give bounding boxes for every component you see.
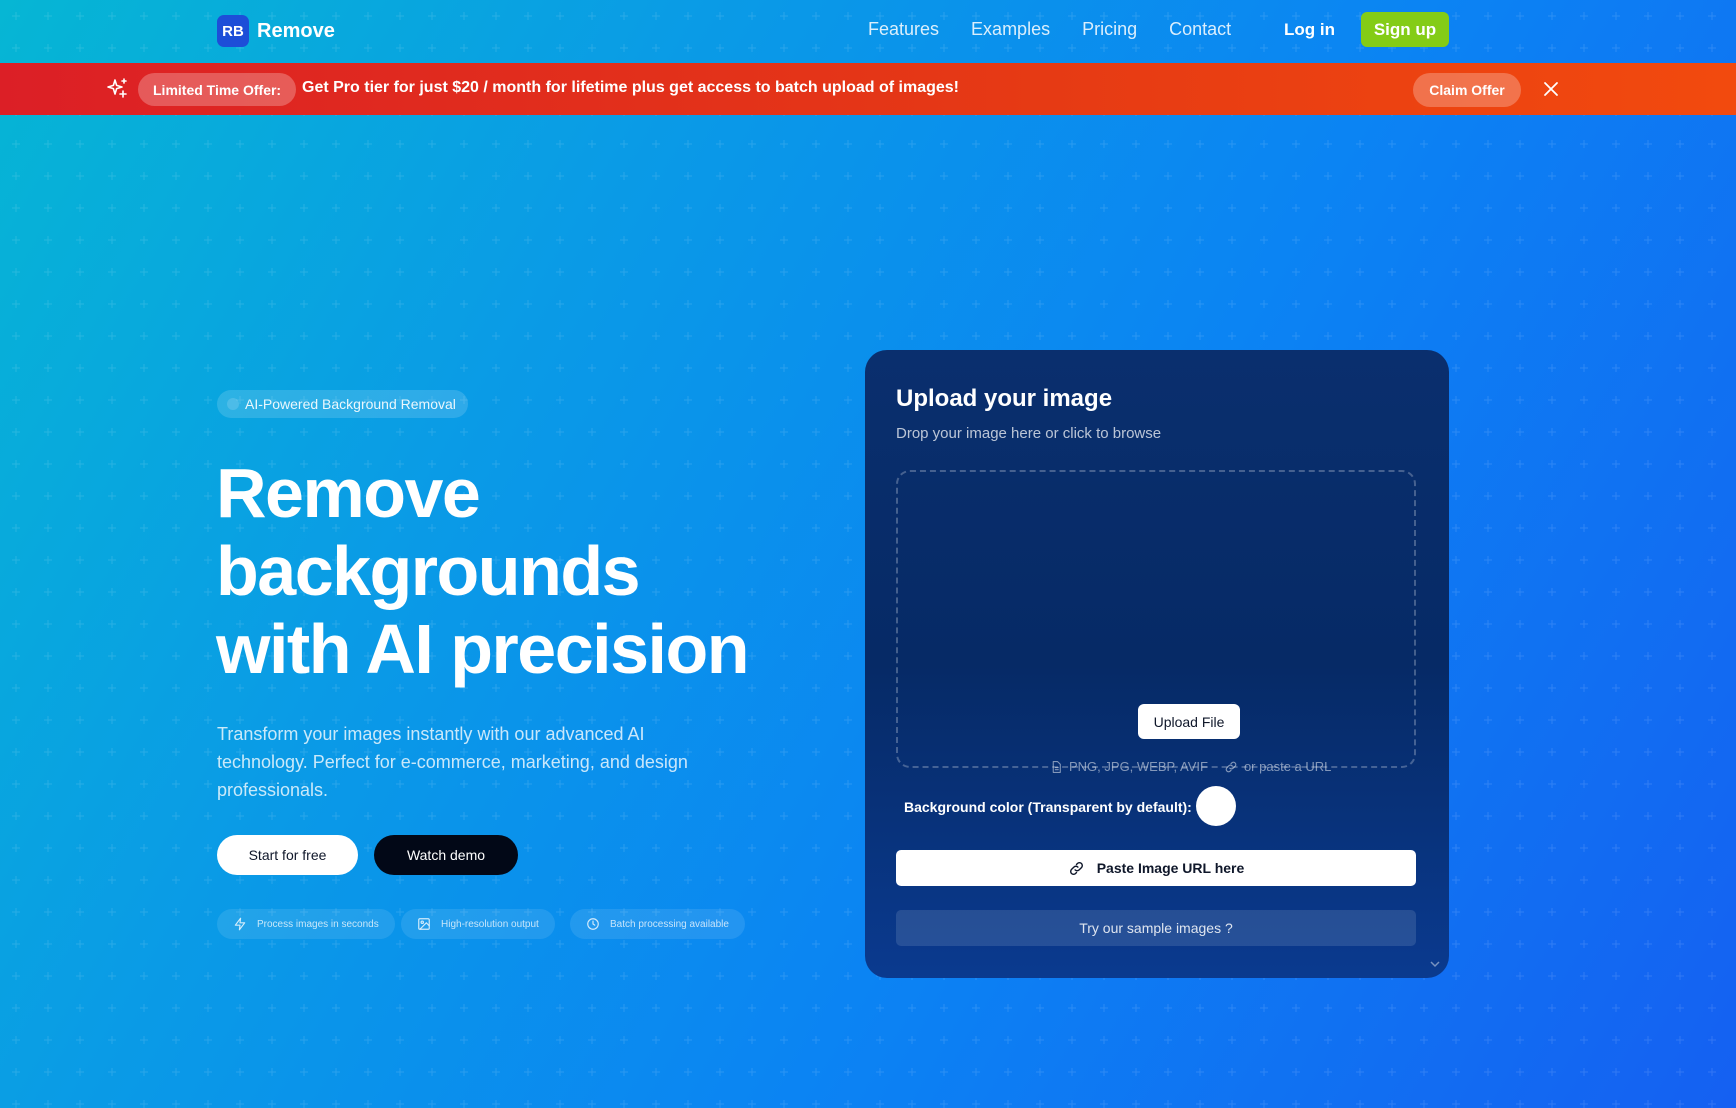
accepted-formats: PNG, JPG, WEBP, AVIF or paste a URL <box>1050 759 1331 774</box>
logo[interactable]: RB Remove <box>217 15 335 47</box>
promo-banner: Limited Time Offer: Get Pro tier for jus… <box>0 63 1736 115</box>
link-icon <box>1069 861 1083 875</box>
clock-icon <box>587 918 599 930</box>
image-icon <box>418 918 430 930</box>
nav-features[interactable]: Features <box>868 19 939 40</box>
feature-label: Process images in seconds <box>257 918 379 930</box>
nav-pricing[interactable]: Pricing <box>1082 19 1137 40</box>
claim-offer-button[interactable]: Claim Offer <box>1413 73 1521 107</box>
upload-file-button[interactable]: Upload File <box>1138 704 1240 739</box>
signup-button[interactable]: Sign up <box>1361 12 1449 47</box>
feature-pill-resolution: High-resolution output <box>401 909 555 939</box>
feature-label: Batch processing available <box>610 918 729 930</box>
logo-text: Remove <box>257 19 335 42</box>
headline-line-3: with AI precision <box>216 610 749 688</box>
hero-tag: AI-Powered Background Removal <box>217 390 468 418</box>
top-nav: RB Remove Features Examples Pricing Cont… <box>0 0 1736 63</box>
start-for-free-button[interactable]: Start for free <box>217 835 358 875</box>
hero-subtext: Transform your images instantly with our… <box>217 724 688 800</box>
image-dropzone[interactable]: Upload File PNG, JPG, WEBP, AVIF or past… <box>896 470 1416 774</box>
main-nav: Features Examples Pricing Contact <box>868 19 1231 40</box>
url-hint-text: or paste a URL <box>1243 759 1332 774</box>
chevron-down-icon <box>1430 961 1440 968</box>
upload-card: Upload your image Drop your image here o… <box>865 350 1449 978</box>
lightning-icon <box>234 917 246 931</box>
logo-badge: RB <box>217 15 249 47</box>
limited-offer-pill: Limited Time Offer: <box>138 73 297 106</box>
upload-subtitle: Drop your image here or click to browse <box>896 425 1162 442</box>
paste-url-label: Paste Image URL here <box>1096 860 1245 876</box>
file-icon <box>1052 760 1061 773</box>
headline-line-1: Remove <box>216 454 481 532</box>
formats-text: PNG, JPG, WEBP, AVIF <box>1069 759 1208 774</box>
login-link[interactable]: Log in <box>1284 20 1335 40</box>
nav-contact[interactable]: Contact <box>1169 19 1231 40</box>
bg-color-label: Background color (Transparent by default… <box>904 799 1192 815</box>
feature-pill-batch: Batch processing available <box>570 909 745 939</box>
watch-demo-button[interactable]: Watch demo <box>374 835 518 875</box>
link-icon <box>1225 761 1237 772</box>
bg-color-picker[interactable] <box>1196 786 1236 826</box>
paste-url-button[interactable]: Paste Image URL here <box>896 850 1416 886</box>
sparkles-icon <box>107 78 127 98</box>
promo-message: Get Pro tier for just $20 / month for li… <box>302 79 960 96</box>
hero-headline: Remove backgrounds with AI precision <box>216 454 776 688</box>
sample-images-button[interactable]: Try our sample images ? <box>896 910 1416 946</box>
headline-line-2: backgrounds <box>216 532 641 610</box>
close-icon[interactable] <box>1541 79 1561 99</box>
nav-examples[interactable]: Examples <box>971 19 1050 40</box>
feature-label: High-resolution output <box>441 918 539 930</box>
upload-title: Upload your image <box>896 385 1113 412</box>
feature-pill-speed: Process images in seconds <box>217 909 395 939</box>
